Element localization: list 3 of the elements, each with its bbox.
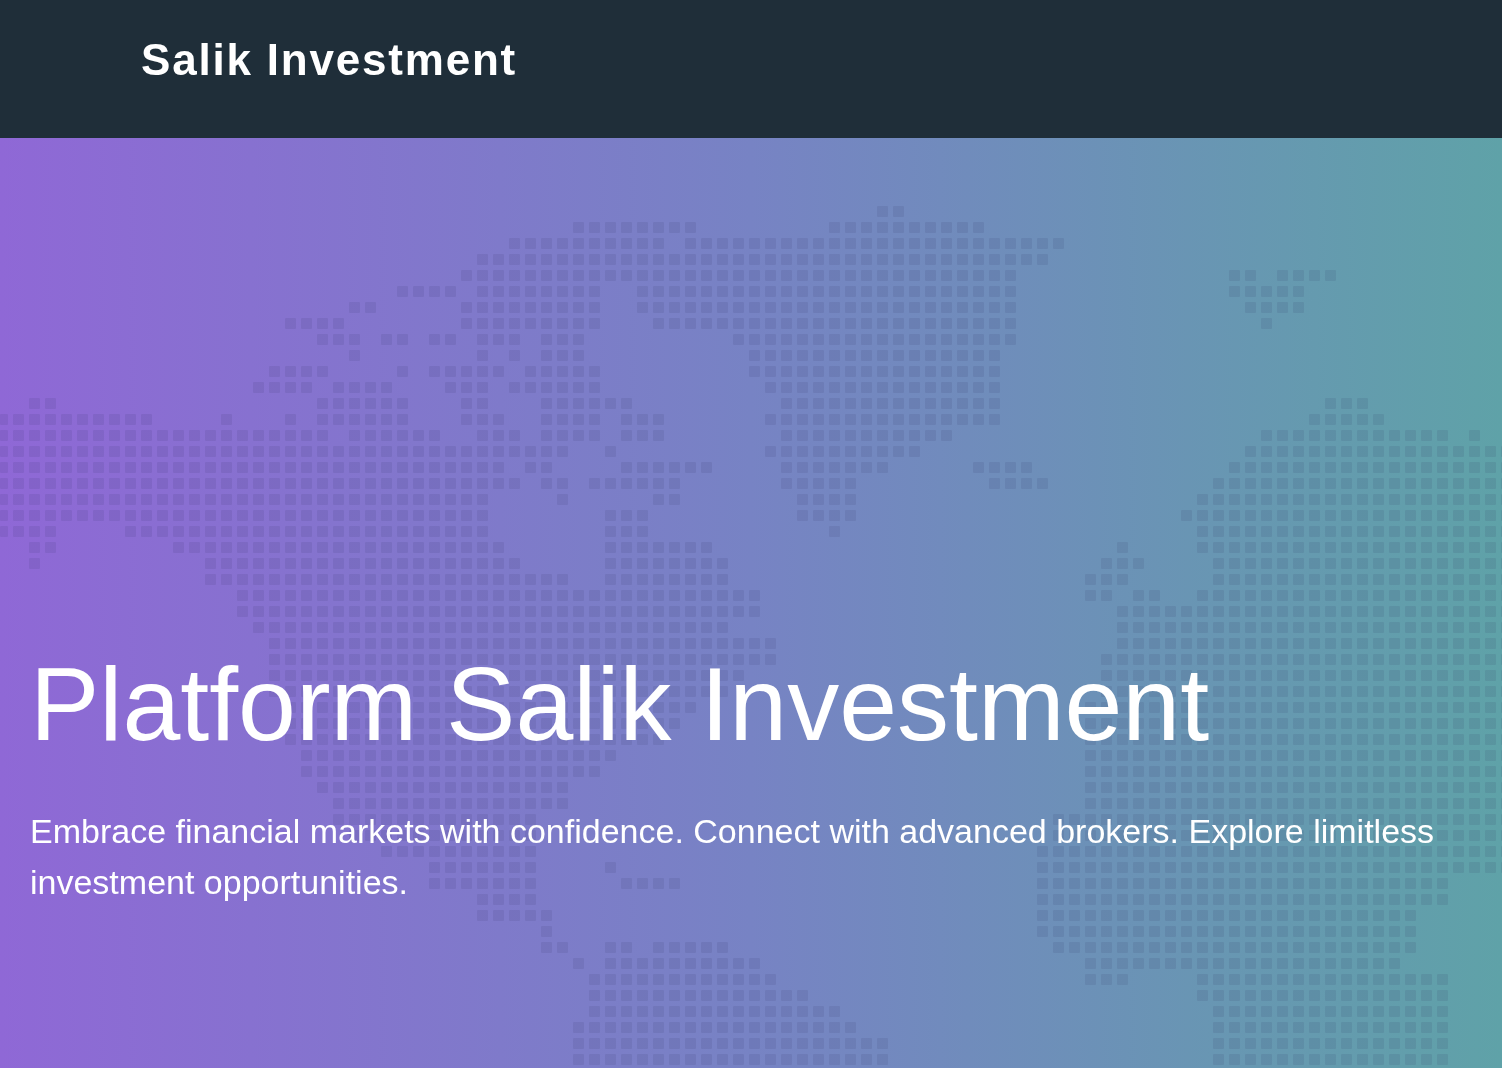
- brand-name[interactable]: Salik Investment: [141, 34, 518, 87]
- hero-title: Platform Salik Investment: [30, 645, 1210, 764]
- hero-subtitle: Embrace financial markets with confidence. Connect with advanced brokers. Explore limitless investment opportunities.: [30, 810, 1436, 903]
